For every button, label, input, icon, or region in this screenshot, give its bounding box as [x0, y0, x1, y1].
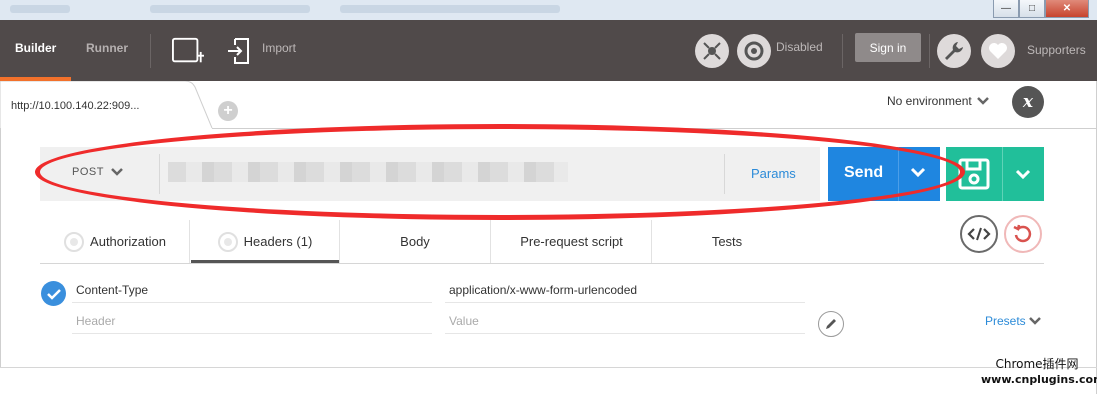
- header-divider: [150, 34, 151, 68]
- interceptor-icon[interactable]: [695, 34, 729, 68]
- tab-label: Authorization: [90, 234, 166, 249]
- tab-runner[interactable]: Runner: [86, 41, 128, 55]
- tab-label: Headers (1): [243, 234, 313, 249]
- watermark-line2: www.cnplugins.com: [981, 373, 1097, 386]
- tab-label: Body: [400, 234, 430, 249]
- cell-underline: [72, 302, 432, 303]
- presets-label: Presets: [985, 314, 1026, 328]
- import-icon[interactable]: [226, 36, 252, 66]
- tab-label: Pre-request script: [520, 234, 623, 249]
- cell-underline: [445, 302, 805, 303]
- environment-selector[interactable]: No environment: [887, 94, 990, 108]
- request-tab-title[interactable]: http://10.100.140.22:909...: [11, 100, 139, 112]
- titlebar-blur: [10, 5, 70, 13]
- sync-icon[interactable]: [737, 34, 771, 68]
- save-divider: [1002, 147, 1003, 201]
- close-window-button[interactable]: ✕: [1045, 0, 1089, 18]
- chevron-down-icon: [976, 97, 989, 105]
- tab-builder[interactable]: Builder: [15, 41, 56, 55]
- tab-headers[interactable]: Headers (1): [190, 220, 340, 263]
- signin-button[interactable]: Sign in: [855, 33, 921, 62]
- tab-pre-request-script[interactable]: Pre-request script: [491, 220, 652, 263]
- chevron-down-icon[interactable]: [1014, 167, 1032, 181]
- checkmark-icon: [46, 288, 61, 300]
- reset-button[interactable]: [1004, 215, 1042, 253]
- tab-tests[interactable]: Tests: [652, 220, 802, 263]
- sync-status: Disabled: [776, 40, 823, 54]
- titlebar-blur: [340, 5, 560, 13]
- supporters-link[interactable]: Supporters: [1027, 43, 1086, 57]
- maximize-button[interactable]: □: [1019, 0, 1045, 18]
- import-label[interactable]: Import: [262, 41, 296, 55]
- chevron-down-icon: [1028, 317, 1041, 325]
- radio-icon: [217, 231, 238, 252]
- window-controls: — □ ✕: [993, 0, 1089, 18]
- new-window-icon[interactable]: [172, 36, 204, 66]
- tab-label: Tests: [711, 234, 743, 249]
- titlebar-blur: [150, 5, 310, 13]
- header-value-input[interactable]: Value: [449, 314, 479, 328]
- red-annotation-oval: [35, 124, 965, 220]
- window-titlebar: — □ ✕: [0, 0, 1097, 20]
- radio-icon: [64, 231, 85, 252]
- environment-label: No environment: [887, 94, 972, 108]
- environment-quicklook-icon[interactable]: x: [1012, 86, 1044, 118]
- watermark-line1: Chrome插件网: [995, 357, 1079, 371]
- tab-body[interactable]: Body: [340, 220, 490, 263]
- cell-underline: [445, 333, 805, 334]
- presets-dropdown[interactable]: Presets: [985, 314, 1042, 328]
- panel-bottom-divider: [0, 367, 1097, 368]
- header-divider: [929, 34, 930, 68]
- header-key-input[interactable]: Header: [76, 314, 115, 328]
- generate-code-button[interactable]: [960, 215, 998, 253]
- pencil-icon: [826, 319, 836, 329]
- header-key-cell[interactable]: Content-Type: [76, 283, 148, 297]
- settings-wrench-icon[interactable]: [937, 34, 971, 68]
- watermark: Chrome插件网 www.cnplugins.com: [981, 357, 1097, 387]
- minimize-button[interactable]: —: [993, 0, 1019, 18]
- cell-underline: [72, 333, 432, 334]
- app-header: Builder Runner Import Disabled Sign in S…: [0, 20, 1097, 81]
- header-enabled-checkbox[interactable]: [41, 281, 66, 306]
- heart-icon[interactable]: [981, 34, 1015, 68]
- tab-authorization[interactable]: Authorization: [40, 220, 190, 263]
- header-divider: [842, 34, 843, 68]
- reset-icon: [1013, 224, 1032, 243]
- code-icon: [967, 227, 991, 241]
- add-tab-button[interactable]: +: [218, 101, 238, 121]
- header-value-cell[interactable]: application/x-www-form-urlencoded: [449, 283, 637, 297]
- bulk-edit-button[interactable]: [818, 311, 844, 337]
- subtab-divider-line: [40, 263, 1044, 264]
